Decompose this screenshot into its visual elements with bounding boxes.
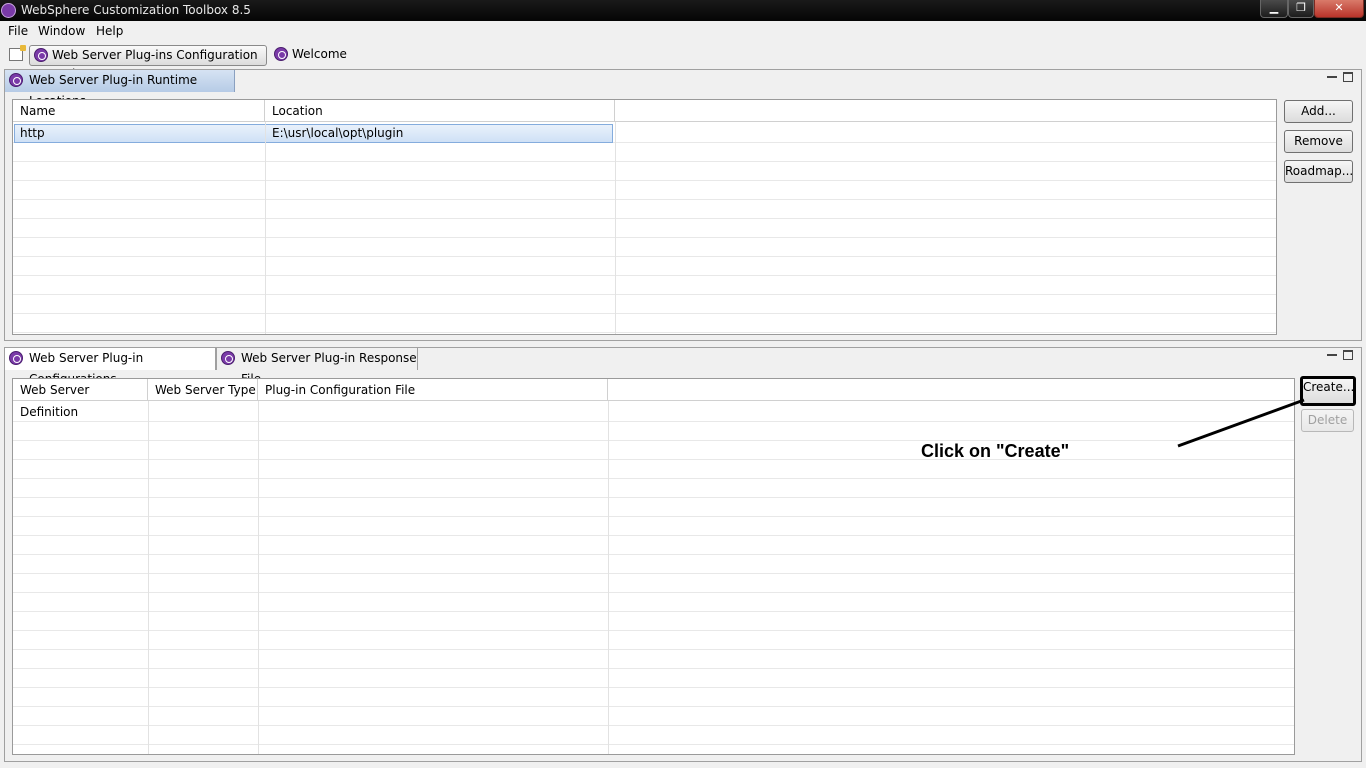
plugin-configurations-table: Web Server Definition Web Server Type Pl… xyxy=(12,378,1295,755)
table-row xyxy=(13,612,1294,631)
column-header-plugin-configuration-file[interactable]: Plug-in Configuration File xyxy=(258,379,608,401)
tab-welcome[interactable]: Welcome xyxy=(270,45,360,66)
create-button[interactable]: Create... xyxy=(1300,376,1356,406)
runtime-locations-view: Web Server Plug-in Runtime Locations Nam… xyxy=(4,69,1362,341)
table-row xyxy=(13,257,1276,276)
tab-plugin-configurations[interactable]: Web Server Plug-in Configurations xyxy=(5,348,216,386)
view-minimize-icon[interactable] xyxy=(1327,350,1337,356)
tab-plugins-configuration-tool[interactable]: Web Server Plug-ins Configuration Tool xyxy=(29,45,267,81)
websphere-app-icon xyxy=(1,3,16,18)
column-header-web-server-type[interactable]: Web Server Type xyxy=(148,379,258,401)
menu-window[interactable]: Window xyxy=(38,24,85,38)
table-row xyxy=(13,200,1276,219)
annotation-callout: Click on "Create" xyxy=(921,441,1070,461)
menu-file[interactable]: File xyxy=(8,24,28,38)
table-row xyxy=(13,593,1294,612)
table-row xyxy=(13,650,1294,669)
table-row xyxy=(13,631,1294,650)
table-row xyxy=(13,669,1294,688)
cell-name: http xyxy=(20,126,45,140)
table-row xyxy=(13,238,1276,257)
table-row xyxy=(13,688,1294,707)
table-header: Name Location xyxy=(13,100,1276,122)
table-row xyxy=(13,422,1294,441)
table-row xyxy=(13,403,1294,422)
open-perspective-icon[interactable] xyxy=(9,45,26,61)
table-row[interactable]: http E:\usr\local\opt\plugin xyxy=(13,124,1276,143)
view-minimize-icon[interactable] xyxy=(1327,72,1337,78)
column-header-location[interactable]: Location xyxy=(265,100,615,122)
close-button[interactable]: ✕ xyxy=(1314,0,1364,18)
table-header: Web Server Definition Web Server Type Pl… xyxy=(13,379,1294,419)
table-row xyxy=(13,517,1294,536)
table-row xyxy=(13,574,1294,593)
runtime-locations-table: Name Location http E:\usr\local\opt\plug… xyxy=(12,99,1277,335)
table-row xyxy=(13,441,1294,460)
column-header-web-server-definition[interactable]: Web Server Definition xyxy=(13,379,148,419)
tab-plugin-response-file[interactable]: Web Server Plug-in Response File xyxy=(216,348,418,386)
roadmap-button[interactable]: Roadmap... xyxy=(1284,160,1353,183)
welcome-icon xyxy=(274,47,288,61)
title-bar: WebSphere Customization Toolbox 8.5 ▁ ❐ … xyxy=(0,0,1366,21)
column-header-name[interactable]: Name xyxy=(13,100,265,122)
table-row xyxy=(13,726,1294,745)
table-row xyxy=(13,276,1276,295)
perspective-toolbar: Web Server Plug-ins Configuration Tool W… xyxy=(0,42,1366,81)
table-row xyxy=(13,295,1276,314)
table-row xyxy=(13,181,1276,200)
table-row xyxy=(13,536,1294,555)
view-maximize-icon[interactable] xyxy=(1343,72,1353,82)
table-row xyxy=(13,460,1294,479)
tab-label: Welcome xyxy=(292,47,347,61)
minimize-button[interactable]: ▁ xyxy=(1260,0,1288,18)
table-row xyxy=(13,498,1294,517)
add-button[interactable]: Add... xyxy=(1284,100,1353,123)
menu-help[interactable]: Help xyxy=(96,24,123,38)
websphere-icon xyxy=(34,48,48,62)
delete-button[interactable]: Delete xyxy=(1301,409,1354,432)
view-maximize-icon[interactable] xyxy=(1343,350,1353,360)
cell-location: E:\usr\local\opt\plugin xyxy=(272,126,404,140)
plugin-configurations-view: Web Server Plug-in Configurations Web Se… xyxy=(4,347,1362,762)
maximize-button[interactable]: ❐ xyxy=(1288,0,1314,18)
table-row xyxy=(13,143,1276,162)
remove-button[interactable]: Remove xyxy=(1284,130,1353,153)
table-row xyxy=(13,314,1276,333)
menu-bar: File Window Help xyxy=(0,21,1366,42)
websphere-icon xyxy=(221,351,235,365)
tab-runtime-locations[interactable]: Web Server Plug-in Runtime Locations xyxy=(5,70,235,108)
table-row xyxy=(13,555,1294,574)
table-row xyxy=(13,162,1276,181)
table-row xyxy=(13,219,1276,238)
websphere-icon xyxy=(9,351,23,365)
websphere-icon xyxy=(9,73,23,87)
window-title: WebSphere Customization Toolbox 8.5 xyxy=(21,3,251,17)
table-row xyxy=(13,707,1294,726)
table-row xyxy=(13,479,1294,498)
